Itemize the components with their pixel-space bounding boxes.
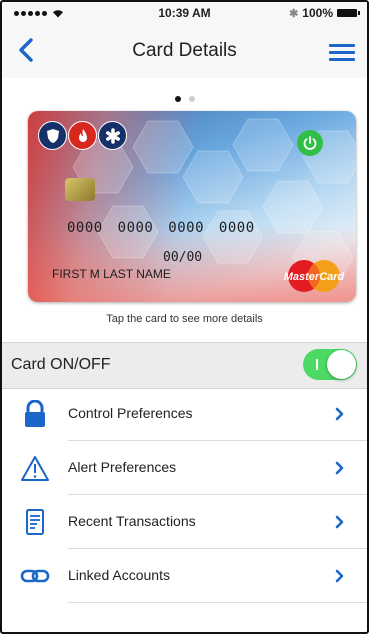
page-title: Card Details (132, 40, 237, 61)
fire-badge-icon (68, 121, 97, 150)
card-chip-icon (65, 178, 95, 201)
card-options-list: Control Preferences Alert Preferences Re… (2, 387, 367, 603)
menu-item-label: Recent Transactions (68, 513, 196, 529)
medical-star-icon (98, 121, 127, 150)
chevron-right-icon (335, 461, 344, 475)
menu-bar (329, 58, 355, 61)
navigation-bar: Card Details (2, 24, 367, 78)
mastercard-logo-icon: MasterCard (284, 260, 345, 292)
phone-screen: 10:39 AM ✱ 100% Card Details 0000 0000 0… (0, 0, 369, 634)
bluetooth-icon: ✱ (289, 7, 299, 20)
card-on-off-switch[interactable] (303, 349, 357, 380)
card-toggle-row: Card ON/OFF (2, 342, 367, 389)
battery-percent: 100% (302, 6, 333, 20)
menu-item-recent-transactions[interactable]: Recent Transactions (2, 495, 367, 549)
card-toggle-label: Card ON/OFF (11, 356, 111, 373)
link-icon (20, 569, 50, 583)
menu-bar (329, 44, 355, 47)
card-badges (38, 121, 128, 150)
menu-item-linked-accounts[interactable]: Linked Accounts (2, 549, 367, 603)
menu-item-alert-preferences[interactable]: Alert Preferences (2, 441, 367, 495)
switch-on-mark (316, 359, 318, 370)
hamburger-menu-button[interactable] (329, 44, 355, 62)
card-hint-text: Tap the card to see more details (106, 313, 263, 325)
status-bar: 10:39 AM ✱ 100% (2, 2, 367, 24)
switch-knob (327, 350, 356, 379)
cardholder-name: FIRST M LAST NAME (52, 267, 171, 281)
police-badge-icon (38, 121, 67, 150)
battery-indicator: ✱ 100% (289, 6, 360, 20)
menu-bar (329, 51, 355, 54)
chevron-right-icon (335, 515, 344, 529)
menu-item-label: Control Preferences (68, 405, 193, 421)
power-icon (297, 130, 323, 156)
menu-item-control-preferences[interactable]: Control Preferences (2, 387, 367, 441)
page-dot-active[interactable] (174, 96, 181, 102)
chevron-right-icon (335, 407, 344, 421)
card-pager (2, 96, 367, 102)
receipt-icon (26, 509, 44, 535)
payment-card[interactable]: 0000 0000 0000 0000 00/00 FIRST M LAST N… (28, 111, 356, 302)
menu-item-label: Linked Accounts (68, 567, 170, 583)
card-number: 0000 0000 0000 0000 (67, 220, 255, 236)
chevron-right-icon (335, 569, 344, 583)
svg-text:MasterCard: MasterCard (284, 271, 345, 283)
menu-item-label: Alert Preferences (68, 459, 177, 475)
lock-icon (25, 400, 45, 427)
page-dot[interactable] (188, 96, 195, 102)
card-expiry: 00/00 (163, 250, 203, 265)
battery-icon (337, 9, 360, 17)
warning-icon (21, 456, 49, 481)
